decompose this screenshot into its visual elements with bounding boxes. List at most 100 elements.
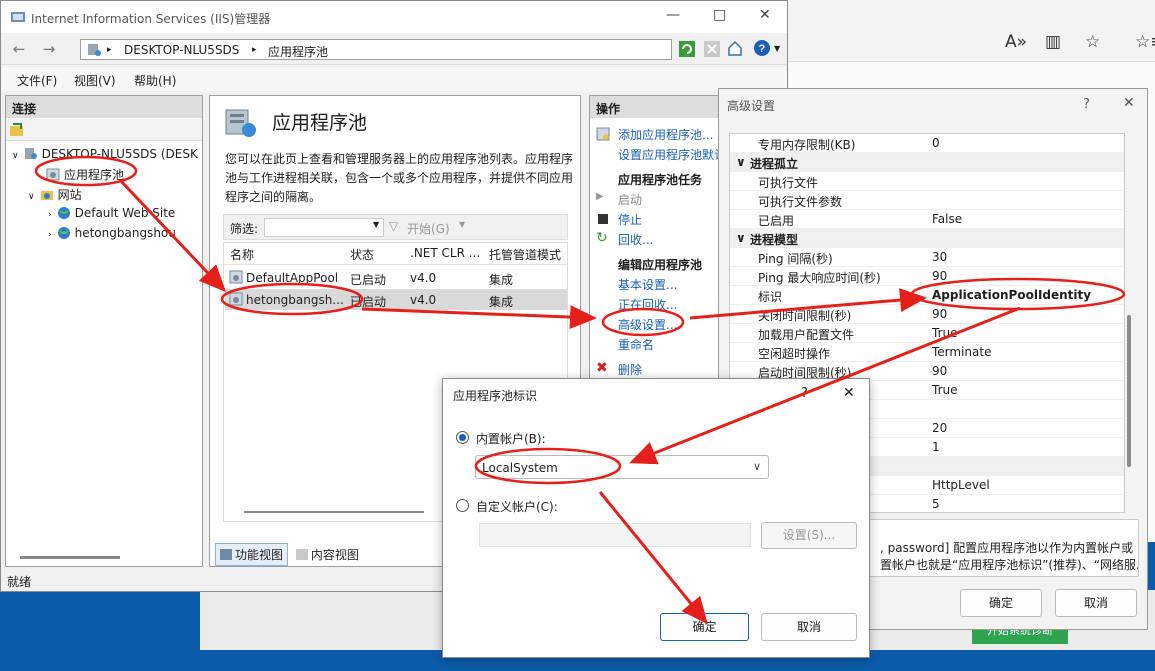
read-aloud-icon[interactable]: A» [1005, 32, 1027, 52]
property-value[interactable]: HttpLevel [932, 478, 990, 492]
menu-help[interactable]: 帮助(H) [134, 72, 176, 89]
property-value[interactable]: 30 [932, 250, 947, 264]
tree-app-pools[interactable]: 应用程序池 [46, 166, 124, 183]
stop-link[interactable]: 停止 [618, 211, 642, 228]
custom-account-field [479, 523, 751, 547]
property-row[interactable]: Ping 最大响应时间(秒) 90 [730, 267, 1124, 286]
filter-bar: 筛选: ▼ ▽ 开始(G) ▼ [223, 214, 568, 240]
help-button[interactable]: ? [801, 386, 808, 401]
filter-input[interactable] [264, 218, 384, 237]
start-link[interactable]: 启动 [618, 191, 642, 208]
recycle-link[interactable]: 回收... [618, 231, 653, 248]
menu-view[interactable]: 视图(V) [74, 72, 116, 89]
split-screen-icon[interactable]: ▥ [1045, 32, 1061, 52]
builtin-account-radio[interactable] [456, 431, 469, 444]
filter-dropdown-icon[interactable]: ▼ [373, 220, 379, 229]
tree-site-default[interactable]: › Default Web Site [48, 206, 175, 220]
tree-sites[interactable]: ∨ 网站 [28, 186, 82, 203]
help-button[interactable]: ? [1083, 97, 1090, 112]
property-row[interactable]: 可执行文件参数 [730, 191, 1124, 210]
breadcrumb[interactable]: ▸ DESKTOP-NLU5SDS ▸ 应用程序池 [80, 39, 672, 60]
tree-site-default-label: Default Web Site [74, 206, 176, 220]
col-clr[interactable]: .NET CLR ... [410, 246, 480, 260]
property-row[interactable]: 关闭时间限制(秒) 90 [730, 305, 1124, 324]
set-credentials-button[interactable]: 设置(S)... [761, 522, 857, 549]
refresh-icon[interactable] [679, 41, 695, 57]
set-defaults-link[interactable]: 设置应用程序池默认 [618, 146, 726, 163]
add-app-pool-link[interactable]: 添加应用程序池... [618, 126, 713, 143]
table-row-selected[interactable]: hetongbangsh... 已启动 v4.0 集成 [225, 289, 567, 310]
property-row[interactable]: 专用内存限制(KB) 0 [730, 134, 1124, 153]
close-icon[interactable]: ✕ [1123, 95, 1135, 111]
property-row[interactable]: 可执行文件 [730, 172, 1124, 191]
rename-link[interactable]: 重命名 [618, 336, 654, 353]
connections-header: 连接 [6, 96, 202, 118]
start-dropdown-icon[interactable]: ▼ [459, 220, 465, 229]
content-view-tab[interactable]: 内容视图 [292, 544, 363, 565]
property-value[interactable]: 90 [932, 364, 947, 378]
breadcrumb-app-pools[interactable]: 应用程序池 [268, 43, 328, 60]
home-icon[interactable] [727, 40, 743, 57]
close-icon[interactable]: ✕ [843, 385, 855, 401]
property-value[interactable]: 20 [932, 421, 947, 435]
advanced-settings-link[interactable]: 高级设置... [618, 316, 677, 333]
property-category[interactable]: ∨ 进程孤立 [730, 153, 1124, 172]
collapse-icon[interactable]: ∨ [736, 231, 746, 245]
property-value[interactable]: 1 [932, 440, 940, 454]
property-row[interactable]: 已启用 False [730, 210, 1124, 229]
col-name[interactable]: 名称 [230, 246, 254, 263]
delete-link[interactable]: 删除 [618, 361, 642, 378]
property-row[interactable]: 空闲超时操作 Terminate [730, 343, 1124, 362]
vertical-scrollbar[interactable] [1127, 315, 1131, 467]
property-value[interactable]: True [932, 326, 958, 340]
start-filter-button[interactable]: 开始(G) [407, 220, 450, 237]
property-row[interactable]: Ping 间隔(秒) 30 [730, 248, 1124, 267]
recycling-link[interactable]: 正在回收... [618, 296, 677, 313]
collections-icon[interactable]: ☆≡ [1135, 32, 1155, 52]
property-key: 关闭时间限制(秒) [758, 309, 852, 323]
help-dropdown-icon[interactable]: ▼ [774, 44, 780, 53]
property-row[interactable]: 加载用户配置文件 True [730, 324, 1124, 343]
property-value[interactable]: 90 [932, 307, 947, 321]
close-icon[interactable]: ✕ [759, 7, 771, 23]
start-icon: ▶ [596, 191, 604, 202]
property-value[interactable]: 5 [932, 497, 940, 511]
col-pipeline[interactable]: 托管管道模式 [489, 246, 561, 263]
property-value[interactable]: True [932, 383, 958, 397]
collapse-icon[interactable]: ∨ [736, 155, 746, 169]
table-row[interactable]: DefaultAppPool 已启动 v4.0 集成 [224, 267, 567, 288]
help-icon[interactable]: ? [753, 39, 771, 57]
stop-icon[interactable] [704, 41, 720, 57]
property-row[interactable]: 标识 ApplicationPoolIdentity [730, 286, 1124, 305]
property-value[interactable]: 90 [932, 269, 947, 283]
horizontal-scrollbar[interactable] [20, 556, 120, 559]
property-value[interactable]: Terminate [932, 345, 991, 359]
col-status[interactable]: 状态 [350, 246, 374, 263]
menu-file[interactable]: 文件(F) [17, 72, 57, 89]
builtin-account-select[interactable]: LocalSystem ∨ [475, 455, 769, 479]
features-view-tab[interactable]: 功能视图 [215, 543, 289, 566]
back-icon[interactable]: ← [8, 39, 30, 61]
cancel-button[interactable]: 取消 [761, 613, 857, 641]
row-mode: 集成 [489, 295, 514, 309]
ok-button[interactable]: 确定 [660, 613, 749, 641]
maximize-icon[interactable]: □ [713, 7, 726, 23]
property-value[interactable]: 0 [932, 136, 940, 150]
minimize-icon[interactable]: — [666, 7, 680, 23]
cancel-button[interactable]: 取消 [1055, 589, 1137, 617]
property-value[interactable]: False [932, 212, 962, 226]
row-clr: v4.0 [410, 271, 437, 285]
custom-account-radio[interactable] [456, 499, 469, 512]
ok-button[interactable]: 确定 [960, 589, 1042, 617]
connect-icon[interactable] [9, 123, 25, 137]
property-value[interactable]: ApplicationPoolIdentity [932, 288, 1091, 302]
favorite-icon[interactable]: ☆ [1085, 32, 1100, 52]
horizontal-scrollbar[interactable] [244, 511, 424, 513]
tree-server[interactable]: ∨ DESKTOP-NLU5SDS (DESK [12, 147, 198, 161]
property-category[interactable]: ∨ 进程模型 [730, 229, 1124, 248]
tree-site-hetong[interactable]: › hetongbangshou [48, 226, 176, 240]
forward-icon[interactable]: → [38, 39, 60, 61]
basic-settings-link[interactable]: 基本设置... [618, 276, 677, 293]
breadcrumb-server[interactable]: DESKTOP-NLU5SDS [124, 43, 239, 57]
background-browser-toolbar: A» ▥ ☆ ☆≡ [780, 0, 1155, 62]
